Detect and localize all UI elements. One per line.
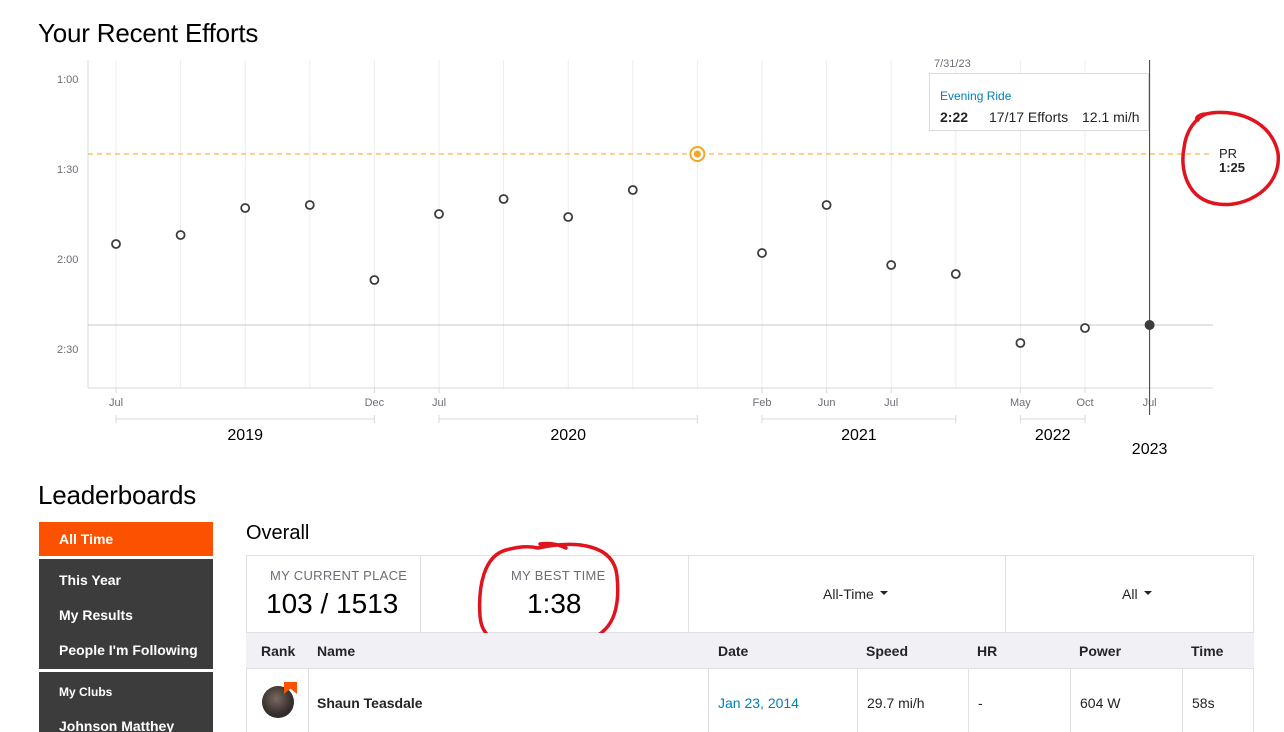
y-tick-label: 1:00 bbox=[57, 74, 78, 86]
column-divider bbox=[708, 669, 709, 732]
col-power[interactable]: Power bbox=[1079, 643, 1121, 659]
range-filter-cell: All-Time bbox=[689, 556, 1006, 632]
effort-point[interactable] bbox=[434, 209, 444, 219]
sidebar-clubs: My Clubs Johnson Matthey bbox=[39, 672, 213, 732]
effort-point[interactable] bbox=[111, 239, 121, 249]
sidebar-item-all-time[interactable]: All Time bbox=[39, 522, 213, 556]
x-tick-label: Jul bbox=[109, 397, 123, 409]
x-tick-label: Dec bbox=[365, 397, 385, 409]
effort-point[interactable] bbox=[1015, 338, 1026, 348]
effort-date-link[interactable]: Jan 23, 2014 bbox=[718, 695, 799, 711]
col-rank[interactable]: Rank bbox=[261, 643, 295, 659]
effort-point[interactable] bbox=[369, 275, 380, 285]
effort-point[interactable] bbox=[886, 260, 897, 270]
tooltip-time: 2:22 bbox=[940, 109, 969, 125]
current-place-label: MY CURRENT PLACE bbox=[270, 568, 408, 583]
col-date[interactable]: Date bbox=[718, 643, 748, 659]
x-tick-label: Jun bbox=[818, 397, 836, 409]
current-place-value: 103 / 1513 bbox=[266, 588, 399, 619]
leaderboard-stats: MY CURRENT PLACE 103 / 1513 MY BEST TIME… bbox=[246, 555, 1254, 633]
col-hr[interactable]: HR bbox=[977, 643, 997, 659]
effort-speed: 29.7 mi/h bbox=[867, 695, 925, 711]
column-divider bbox=[1070, 669, 1071, 732]
effort-hr: - bbox=[978, 695, 983, 711]
pr-point-center bbox=[693, 150, 701, 158]
avatar[interactable] bbox=[262, 686, 294, 718]
effort-point[interactable] bbox=[950, 269, 961, 279]
x-tick-label: Jul bbox=[884, 397, 898, 409]
sidebar-filters: This Year My Results People I'm Followin… bbox=[39, 559, 213, 669]
group-dropdown-label: All bbox=[1122, 586, 1138, 602]
caret-down-icon bbox=[1143, 591, 1152, 596]
sidebar-item-club[interactable]: Johnson Matthey bbox=[59, 718, 174, 732]
column-divider bbox=[308, 669, 309, 732]
tooltip-date: 7/31/23 bbox=[934, 58, 971, 70]
selected-point[interactable] bbox=[1144, 320, 1155, 330]
column-divider bbox=[968, 669, 969, 732]
column-divider bbox=[857, 669, 858, 732]
year-label: 2023 bbox=[1132, 441, 1168, 458]
effort-time: 58s bbox=[1192, 695, 1215, 711]
sidebar-item-my-results[interactable]: My Results bbox=[59, 607, 133, 623]
x-tick-label: Feb bbox=[753, 397, 772, 409]
y-tick-label: 2:30 bbox=[57, 344, 78, 356]
athlete-name[interactable]: Shaun Teasdale bbox=[317, 695, 423, 711]
caret-down-icon bbox=[879, 591, 888, 596]
range-dropdown-label: All-Time bbox=[823, 586, 874, 602]
sidebar-item-people-following[interactable]: People I'm Following bbox=[59, 642, 198, 658]
y-tick-label: 1:30 bbox=[57, 164, 78, 176]
effort-point[interactable] bbox=[240, 203, 251, 213]
effort-point[interactable] bbox=[175, 230, 186, 240]
sidebar-item-this-year[interactable]: This Year bbox=[59, 572, 121, 588]
sidebar-clubs-header: My Clubs bbox=[59, 685, 113, 699]
tooltip-efforts: 17/17 Efforts bbox=[989, 109, 1069, 125]
x-tick-label: May bbox=[1010, 397, 1031, 409]
effort-point[interactable] bbox=[1080, 323, 1090, 333]
effort-point[interactable] bbox=[498, 194, 509, 204]
year-label: 2021 bbox=[841, 427, 877, 444]
x-tick-label: Oct bbox=[1076, 397, 1093, 409]
effort-tooltip: Evening Ride 2:22 17/17 Efforts 12.1 mi/… bbox=[929, 73, 1149, 131]
year-label: 2019 bbox=[227, 427, 263, 444]
table-row: Shaun Teasdale Jan 23, 2014 29.7 mi/h - … bbox=[246, 669, 1254, 732]
group-dropdown[interactable]: All bbox=[1122, 586, 1152, 602]
efforts-chart[interactable]: 1:00 1:30 2:00 2:30 Jul Dec Jul Feb Jun Jul May Oct… bbox=[0, 0, 1284, 470]
column-divider bbox=[1182, 669, 1183, 732]
leaderboard-table-header: Rank Name Date Speed HR Power Time bbox=[246, 633, 1254, 669]
effort-point[interactable] bbox=[563, 212, 574, 222]
tooltip-activity-link[interactable]: Evening Ride bbox=[940, 89, 1011, 103]
leaderboards-title: Leaderboards bbox=[38, 480, 197, 510]
effort-power: 604 W bbox=[1080, 695, 1121, 711]
y-tick-label: 2:00 bbox=[57, 254, 78, 266]
range-dropdown[interactable]: All-Time bbox=[823, 586, 888, 602]
year-label: 2022 bbox=[1035, 427, 1071, 444]
effort-point[interactable] bbox=[821, 200, 832, 210]
x-tick-label: Jul bbox=[432, 397, 446, 409]
year-label: 2020 bbox=[550, 427, 586, 444]
pr-markup-circle bbox=[1181, 110, 1280, 207]
effort-point[interactable] bbox=[304, 200, 315, 210]
effort-point[interactable] bbox=[627, 185, 638, 195]
col-name[interactable]: Name bbox=[317, 643, 355, 659]
tooltip-speed: 12.1 mi/h bbox=[1082, 109, 1140, 125]
leaderboard-heading: Overall bbox=[246, 522, 310, 544]
col-speed[interactable]: Speed bbox=[866, 643, 908, 659]
effort-point[interactable] bbox=[757, 248, 767, 258]
current-place-cell: MY CURRENT PLACE 103 / 1513 bbox=[247, 556, 421, 632]
group-filter-cell: All bbox=[1006, 556, 1253, 632]
col-time[interactable]: Time bbox=[1191, 643, 1223, 659]
